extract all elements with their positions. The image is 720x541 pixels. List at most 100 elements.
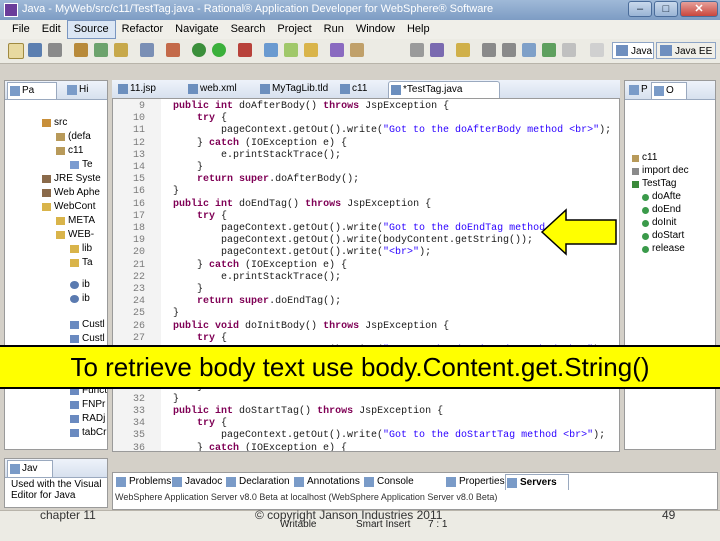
tree-item[interactable]: Ta: [69, 257, 93, 269]
tree-item[interactable]: (defa: [55, 131, 91, 143]
class-icon[interactable]: [94, 43, 108, 57]
menu-window[interactable]: Window: [350, 21, 401, 38]
code-line[interactable]: 16}: [113, 186, 613, 198]
menu-project[interactable]: Project: [271, 21, 317, 38]
search-icon[interactable]: [350, 43, 364, 57]
external-tools-icon[interactable]: [238, 43, 252, 57]
pin-icon[interactable]: [456, 43, 470, 57]
new-java-project-icon[interactable]: [264, 43, 278, 57]
code-line[interactable]: 24 return super.doEndTag();: [113, 296, 613, 308]
code-line[interactable]: 21 } catch (IOException e) {: [113, 260, 613, 272]
new-file-icon[interactable]: [8, 43, 24, 59]
tab-web-xml[interactable]: web.xml: [186, 81, 256, 97]
perspective-java-ee[interactable]: Java EE: [656, 42, 716, 59]
perspective-icon[interactable]: [542, 43, 556, 57]
server-icon[interactable]: [140, 43, 154, 57]
tree-item[interactable]: RADj: [69, 413, 105, 425]
forward-icon[interactable]: [502, 43, 516, 57]
menu-search[interactable]: Search: [225, 21, 272, 38]
outline-item[interactable]: doAfte: [640, 191, 681, 203]
tree-item[interactable]: Te: [69, 159, 93, 171]
code-line[interactable]: 12 } catch (IOException e) {: [113, 138, 613, 150]
tab-package-explorer[interactable]: Pa: [7, 82, 57, 99]
code-line[interactable]: 13 e.printStackTrace();: [113, 150, 613, 162]
code-line[interactable]: 22 e.printStackTrace();: [113, 272, 613, 284]
tree-item[interactable]: Custl: [69, 319, 105, 331]
tab-java-beans[interactable]: Jav: [7, 460, 53, 477]
code-line[interactable]: 36 } catch (IOException e) {: [113, 443, 613, 451]
server-line[interactable]: WebSphere Application Server v8.0 Beta a…: [115, 491, 497, 503]
code-line[interactable]: 25}: [113, 308, 613, 320]
outline-item[interactable]: release: [640, 243, 685, 255]
menu-edit[interactable]: Edit: [36, 21, 67, 38]
tree-item[interactable]: Web Aphe: [41, 187, 100, 199]
code-line[interactable]: 16 public int doEndTag() throws JspExcept…: [113, 199, 613, 211]
maximize-button[interactable]: □: [654, 1, 678, 17]
close-button[interactable]: ✕: [680, 1, 718, 17]
code-line[interactable]: 33 public int doStartTag() throws JspExce…: [113, 406, 613, 418]
tree-item[interactable]: lib: [69, 243, 92, 255]
tree-item[interactable]: WEB-: [55, 229, 94, 241]
code-line[interactable]: 10 try {: [113, 113, 613, 125]
code-editor[interactable]: 9 public int doAfterBody() throws JspExce…: [112, 98, 620, 452]
tree-item[interactable]: JRE Syste: [41, 173, 101, 185]
perspective-java[interactable]: Java: [612, 42, 654, 59]
folder-icon[interactable]: [114, 43, 128, 57]
menu-source[interactable]: Source: [66, 20, 116, 39]
save-icon[interactable]: [28, 43, 42, 57]
code-line[interactable]: 18 pageContext.getOut().write("Got to th…: [113, 223, 613, 235]
print-icon[interactable]: [48, 43, 62, 57]
code-line[interactable]: 23 }: [113, 284, 613, 296]
code-line[interactable]: 27 try {: [113, 333, 613, 345]
tab-javadoc[interactable]: Javadoc: [171, 474, 233, 489]
tree-item[interactable]: Custl: [69, 333, 105, 345]
tab-declaration[interactable]: Declaration: [225, 474, 301, 489]
code-line[interactable]: 34 try {: [113, 418, 613, 430]
code-line[interactable]: 32}: [113, 394, 613, 406]
tree-item[interactable]: tabCr: [69, 427, 106, 439]
outline-item[interactable]: doStart: [640, 230, 684, 242]
debug-icon[interactable]: [192, 43, 206, 57]
menu-run[interactable]: Run: [318, 21, 350, 38]
tree-item[interactable]: ib: [69, 279, 90, 291]
tree-item[interactable]: FNPr: [69, 399, 105, 411]
toggle-mark-icon[interactable]: [430, 43, 444, 57]
tree-item[interactable]: src: [41, 117, 67, 129]
tab-servers[interactable]: Servers: [505, 474, 569, 490]
back-icon[interactable]: [482, 43, 496, 57]
menu-refactor[interactable]: Refactor: [116, 21, 170, 38]
tab-testtag-java[interactable]: *TestTag.java: [388, 81, 500, 98]
code-line[interactable]: 14 }: [113, 162, 613, 174]
tree-item[interactable]: c11: [55, 145, 83, 157]
new-package-icon[interactable]: [284, 43, 298, 57]
menu-file[interactable]: File: [6, 21, 36, 38]
code-line[interactable]: 9 public int doAfterBody() throws JspExce…: [113, 101, 613, 113]
new-class-icon[interactable]: [304, 43, 318, 57]
tab-console[interactable]: Console: [363, 474, 427, 489]
tab-c11[interactable]: c11: [338, 81, 392, 97]
annotation-nav-icon[interactable]: [410, 43, 424, 57]
code-line[interactable]: 26 public void doInitBody() throws JspExc…: [113, 321, 613, 333]
outline-item[interactable]: doInit: [640, 217, 676, 229]
code-line[interactable]: 11 pageContext.getOut().write("Got to th…: [113, 125, 613, 137]
outline-item[interactable]: TestTag: [630, 178, 676, 190]
outline-item[interactable]: import dec: [630, 165, 689, 177]
grid-icon[interactable]: [590, 43, 604, 57]
code-line[interactable]: 35 pageContext.getOut().write("Got to th…: [113, 430, 613, 442]
outline-item[interactable]: doEnd: [640, 204, 681, 216]
tab-hierarchy[interactable]: Hi: [65, 82, 103, 98]
menu-help[interactable]: Help: [401, 21, 436, 38]
run-icon[interactable]: [212, 43, 226, 57]
menu-navigate[interactable]: Navigate: [169, 21, 224, 38]
tab-11-jsp[interactable]: 11.jsp: [116, 81, 176, 97]
tree-item[interactable]: META: [55, 215, 95, 227]
code-line[interactable]: 20 pageContext.getOut().write("<br>");: [113, 247, 613, 259]
tree-item[interactable]: WebCont: [41, 201, 96, 213]
package-icon[interactable]: [74, 43, 88, 57]
minimize-button[interactable]: –: [628, 1, 652, 17]
tab-outline[interactable]: O: [651, 82, 687, 99]
code-line[interactable]: 15 return super.doAfterBody();: [113, 174, 613, 186]
code-line[interactable]: 17 try {: [113, 211, 613, 223]
outline-item[interactable]: c11: [630, 152, 657, 164]
tools-icon[interactable]: [166, 43, 180, 57]
